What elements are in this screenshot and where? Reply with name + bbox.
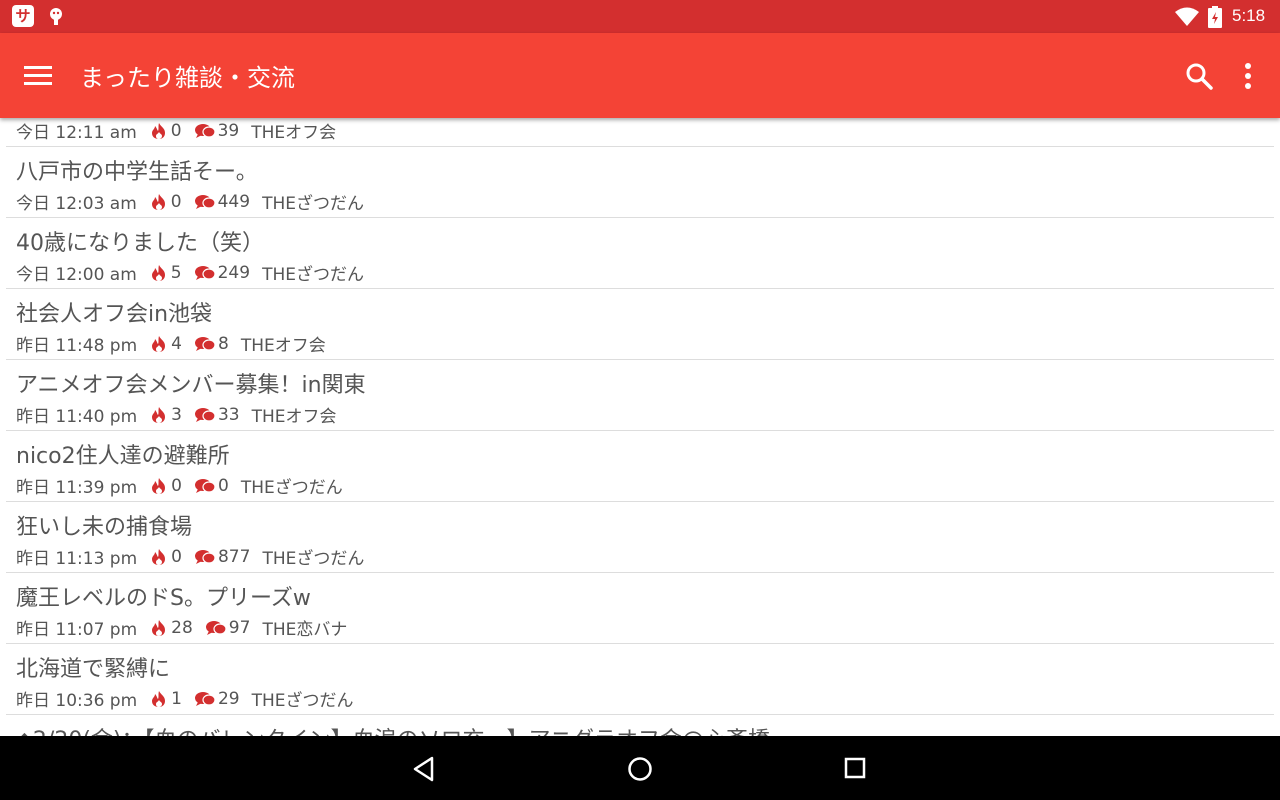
fire-icon: [149, 193, 171, 211]
thread-row[interactable]: アニメオフ会メンバー募集！in関東 昨日 11:40 pm 3 33 THEオフ会: [6, 360, 1274, 431]
thread-comments: 33: [217, 404, 240, 425]
app-notification-icon: サ: [12, 5, 34, 27]
battery-icon: [1208, 6, 1222, 28]
thread-likes: 0: [170, 120, 182, 141]
wifi-icon: [1175, 7, 1199, 26]
thread-category: THEオフ会: [251, 123, 337, 143]
fire-icon: [149, 548, 171, 566]
thread-category: THEざつだん: [262, 265, 364, 285]
thread-row[interactable]: 狂いし未の捕食場昨日 11:13 pm 0 877 THEざつだん: [6, 502, 1274, 573]
thread-likes: 4: [171, 333, 182, 354]
thread-row[interactable]: 魔王レベルのドS。プリーズw 昨日 11:07 pm 28 97 THE恋バナ: [6, 573, 1274, 644]
fire-icon: [149, 406, 171, 424]
comment-icon: [205, 620, 229, 636]
thread-category: THEざつだん: [251, 691, 354, 711]
thread-date: 昨日 11:39 pm: [16, 478, 138, 498]
thread-likes: 1: [171, 688, 182, 709]
thread-date: 今日 12:03 am: [16, 194, 137, 214]
page-title: まったり雑談・交流: [80, 64, 296, 92]
fire-icon: [149, 477, 171, 495]
android-debug-icon: [50, 8, 62, 25]
thread-likes: 0: [171, 546, 182, 567]
thread-date: 昨日 11:48 pm: [16, 336, 138, 356]
thread-date: 昨日 11:07 pm: [16, 620, 138, 640]
thread-likes: 28: [171, 617, 193, 638]
thread-title: アニメオフ会メンバー募集！in関東: [16, 373, 366, 398]
home-icon[interactable]: [627, 756, 653, 782]
thread-comments: 0: [217, 475, 229, 496]
thread-title: 北海道で緊縛に: [16, 657, 171, 682]
thread-comments: 249: [217, 262, 251, 283]
search-icon[interactable]: [1185, 62, 1213, 90]
comment-icon: [194, 123, 218, 139]
thread-row[interactable]: ◆2/20(金)：【血のバレンタイン】血涙のソロ充・】アニグラオフ会@心斎橋: [6, 715, 1274, 736]
thread-comments: 97: [228, 617, 251, 638]
thread-comments: 29: [217, 688, 240, 709]
thread-row[interactable]: 40歳になりました（笑） 今日 12:00 am 5 249 THEざつだん: [6, 218, 1274, 289]
more-vert-icon[interactable]: [1236, 61, 1260, 91]
thread-row[interactable]: 社会人オフ会in池袋昨日 11:48 pm 4 8 THEオフ会: [6, 289, 1274, 360]
thread-date: 昨日 10:36 pm: [16, 691, 138, 711]
thread-meta: 今日 12:00 am 5 249 THEざつだん: [16, 260, 364, 286]
fire-icon: [149, 619, 171, 637]
thread-category: THEオフ会: [240, 336, 326, 356]
navigation-bar: [0, 736, 1280, 800]
comment-icon: [194, 336, 218, 352]
thread-title: 八戸市の中学生話そー。: [16, 160, 258, 185]
comment-icon: [194, 549, 218, 565]
thread-category: THEざつだん: [240, 478, 343, 498]
thread-row[interactable]: nico2住人達の避難所昨日 11:39 pm 0 0 THEざつだん: [6, 431, 1274, 502]
thread-title: ◆2/20(金)：【血のバレンタイン】血涙のソロ充・】アニグラオフ会@心斎橋: [16, 722, 770, 736]
comment-icon: [194, 407, 218, 423]
thread-comments: 449: [217, 191, 251, 212]
thread-title: 社会人オフ会in池袋: [16, 302, 213, 327]
fire-icon: [149, 690, 171, 708]
thread-meta: 昨日 11:40 pm 3 33 THEオフ会: [16, 402, 337, 428]
thread-date: 今日 12:11 am: [16, 123, 137, 143]
thread-row[interactable]: 八戸市の中学生話そー。今日 12:03 am 0 449 THEざつだん: [6, 147, 1274, 218]
thread-row[interactable]: 北海道で緊縛に昨日 10:36 pm 1 29 THEざつだん: [6, 644, 1274, 715]
thread-title: nico2住人達の避難所: [16, 444, 230, 469]
fire-icon: [149, 264, 171, 282]
thread-likes: 0: [170, 191, 182, 212]
thread-category: THEざつだん: [262, 194, 364, 214]
thread-row[interactable]: 今日 12:11 am 0 39 THEオフ会: [6, 118, 1274, 147]
thread-likes: 5: [170, 262, 182, 283]
thread-meta: 昨日 10:36 pm 1 29 THEざつだん: [16, 686, 354, 712]
thread-category: THEオフ会: [251, 407, 337, 427]
thread-date: 昨日 11:13 pm: [16, 549, 138, 569]
comment-icon: [194, 194, 218, 210]
fire-icon: [149, 335, 171, 353]
thread-meta: 昨日 11:48 pm 4 8 THEオフ会: [16, 331, 326, 357]
comment-icon: [194, 691, 218, 707]
thread-title: 40歳になりました（笑）: [16, 231, 264, 256]
thread-meta: 今日 12:11 am 0 39 THEオフ会: [16, 118, 337, 144]
comment-icon: [194, 478, 218, 494]
thread-comments: 39: [217, 120, 240, 141]
thread-category: THE恋バナ: [262, 620, 348, 640]
status-bar: サ 5:18: [0, 0, 1280, 33]
thread-list[interactable]: 今日 12:11 am 0 39 THEオフ会 八戸市の中学生話そー。 今日 12:03 …: [0, 118, 1280, 736]
fire-icon: [149, 122, 171, 140]
thread-category: THEざつだん: [262, 549, 365, 569]
thread-meta: 昨日 11:39 pm 0 0 THEざつだん: [16, 473, 343, 499]
thread-title: 魔王レベルのドS。プリーズw: [16, 586, 311, 611]
thread-title: 狂いし未の捕食場: [16, 515, 193, 540]
thread-meta: 昨日 11:07 pm 28 97 THE恋バナ: [16, 615, 348, 641]
thread-meta: 昨日 11:13 pm 0 877 THEざつだん: [16, 544, 365, 570]
thread-date: 今日 12:00 am: [16, 265, 137, 285]
thread-likes: 3: [171, 404, 182, 425]
comment-icon: [194, 265, 218, 281]
back-icon[interactable]: [412, 756, 436, 782]
menu-icon[interactable]: [24, 63, 52, 87]
thread-comments: 877: [217, 546, 251, 567]
app-bar: まったり雑談・交流: [0, 33, 1280, 118]
recent-apps-icon[interactable]: [844, 757, 866, 779]
thread-meta: 今日 12:03 am 0 449 THEざつだん: [16, 189, 364, 215]
thread-date: 昨日 11:40 pm: [16, 407, 138, 427]
thread-comments: 8: [217, 333, 229, 354]
thread-likes: 0: [171, 475, 182, 496]
status-clock: 5:18: [1232, 6, 1266, 25]
